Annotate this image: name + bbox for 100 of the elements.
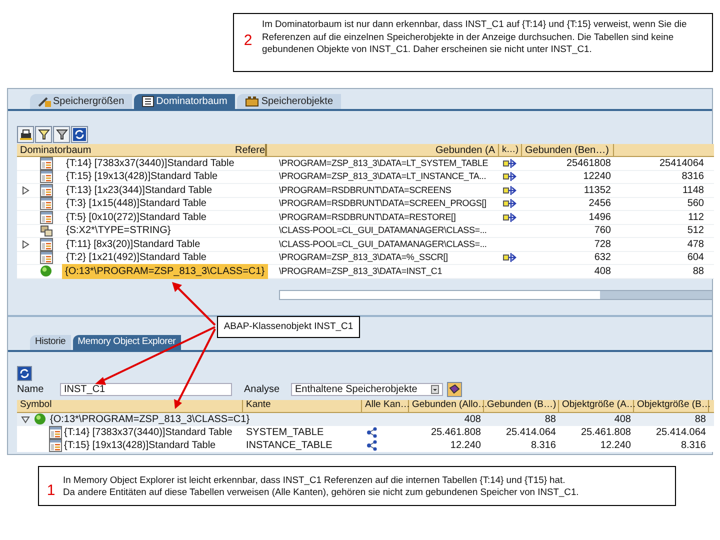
- print-button[interactable]: [17, 126, 34, 142]
- table-cell: 478: [687, 238, 704, 250]
- column-header[interactable]: Kante: [246, 398, 271, 413]
- tab[interactable]: Speicherobjekte: [237, 94, 342, 109]
- table-cell: 728: [594, 238, 611, 250]
- note-text: Da andere Entitäten auf diese Tabellen verweisen (Alle Kanten), gehören sie nicht zum gebundenen Speicher von INST_C1.: [63, 486, 579, 498]
- dropdown-icon: [431, 385, 439, 394]
- note-number: 1: [46, 480, 56, 501]
- table-cell: 760: [594, 225, 611, 236]
- tree-item[interactable]: {T:11} [8x3(20)]Standard Table: [63, 236, 204, 252]
- table-cell: 8.316: [680, 440, 706, 450]
- object-ball-icon: [34, 413, 46, 425]
- tree-item[interactable]: {T:13} [1x23(344)]Standard Table: [63, 182, 216, 198]
- filter-button[interactable]: [35, 126, 52, 142]
- field-label: Analyse: [244, 383, 281, 397]
- table-cell: INSTANCE_TABLE: [246, 440, 332, 450]
- tree-icon: [142, 96, 154, 107]
- tree-item[interactable]: {T:15} [19x13(428)]Standard Table: [63, 169, 221, 184]
- table-cell: 88: [692, 266, 704, 277]
- reference-text: \PROGRAM=RSDBRUNT\DATA=SCREEN_PROGS[]: [279, 198, 486, 208]
- string-icon: [40, 224, 53, 237]
- table-cell: 12.240: [600, 440, 631, 450]
- analysis-dropdown[interactable]: Enthaltene Speicherobjekte: [291, 383, 443, 396]
- column-header[interactable]: Dominatorbaum: [20, 144, 92, 156]
- tab[interactable]: Speichergrößen: [30, 94, 132, 109]
- tab[interactable]: Historie: [30, 334, 71, 350]
- refresh-button[interactable]: [17, 366, 32, 381]
- column-header[interactable]: Alle Kan…: [365, 398, 410, 413]
- table-cell: 8.316: [530, 440, 556, 450]
- table-cell: SYSTEM_TABLE: [246, 426, 324, 438]
- refresh-icon: [73, 128, 86, 140]
- note-number: 2: [242, 31, 254, 51]
- field-label: Name: [17, 383, 45, 397]
- callout-text: ABAP-Klassenobjekt INST_C1: [224, 320, 354, 334]
- tree-item[interactable]: {T:3} [1x15(448)]Standard Table: [63, 196, 210, 212]
- note-text: Im Dominatorbaum ist nur dann erkennbar, dass INST_C1 auf {T:14} und {T:15} verweist, wenn Sie die Referenzen auf die einzelnen Speicherobjekte in der Anzeige durchsuchen. Die Tabellen sind keine gebundenen Objekte von INST_C1. Daher erscheinen sie nicht unter INST_C1.: [262, 18, 688, 56]
- column-header[interactable]: Gebunden (A: [436, 142, 495, 158]
- expand-arrow-icon[interactable]: [21, 186, 30, 195]
- column-header[interactable]: Objektgröße (A…: [562, 398, 636, 413]
- reference-text: \PROGRAM=RSDBRUNT\DATA=SCREENS: [279, 184, 452, 195]
- refresh-button[interactable]: [71, 126, 88, 142]
- column-header[interactable]: Gebunden (Ben…): [525, 142, 609, 158]
- column-header[interactable]: Gebunden (Allo…: [412, 398, 488, 413]
- column-header[interactable]: Objektgröße (B…: [637, 398, 711, 413]
- table-cell: 408: [594, 266, 611, 277]
- tree-item[interactable]: {S:X2*\TYPE=STRING}: [63, 223, 174, 238]
- tree-item[interactable]: {T:14} [7383x37(3440)]Standard Table: [63, 156, 238, 171]
- table-cell: 25.461.808: [430, 426, 481, 438]
- object-ball-icon: [40, 265, 52, 278]
- table-cell: 1148: [682, 184, 704, 196]
- tree-item[interactable]: {T:15} [19x13(428)]Standard Table: [64, 438, 216, 452]
- table-cell: 112: [688, 212, 704, 223]
- collapse-arrow-icon[interactable]: [21, 414, 30, 424]
- table-cell: 12.240: [450, 440, 481, 450]
- table-cell: 25461808: [566, 158, 611, 169]
- reference-text: \CLASS-POOL=CL_GUI_DATAMANAGER\CLASS=...: [279, 225, 487, 236]
- column-header[interactable]: Symbol: [20, 398, 52, 413]
- table-cell: 25.461.808: [580, 426, 631, 438]
- objects-icon: [245, 96, 260, 107]
- table-cell: 408: [614, 414, 631, 424]
- tree-item[interactable]: {O:13*\PROGRAM=ZSP_813_3\CLASS=C1}: [62, 264, 268, 279]
- tree-item[interactable]: {O:13*\PROGRAM=ZSP_813_3\CLASS=C1}: [50, 412, 250, 426]
- column-header[interactable]: k…): [502, 143, 518, 157]
- table-cell: 1496: [588, 212, 611, 223]
- table-cell: 88: [544, 414, 556, 424]
- analysis-button[interactable]: [447, 382, 462, 397]
- tab[interactable]: Dominatorbaum: [134, 94, 236, 109]
- reference-text: \PROGRAM=RSDBRUNT\DATA=RESTORE[]: [279, 212, 456, 222]
- table-cell: 604: [687, 252, 704, 264]
- tab[interactable]: Memory Object Explorer: [72, 334, 181, 350]
- table-cell: 512: [687, 225, 704, 236]
- table-cell: 560: [687, 198, 704, 210]
- table-cell: 25.414.064: [506, 426, 556, 438]
- note-text: In Memory Object Explorer ist leicht erkennbar, dass INST_C1 Referenzen auf die internen Tabellen {T:14} und {T15} hat.: [63, 474, 566, 486]
- name-field[interactable]: INST_C1: [60, 383, 232, 396]
- filter-settings-button[interactable]: [53, 126, 70, 142]
- table-cell: 25414064: [660, 158, 704, 169]
- reference-text: \PROGRAM=ZSP_813_3\DATA=LT_SYSTEM_TABLE: [279, 158, 488, 168]
- funnel-icon: [56, 128, 68, 140]
- column-header[interactable]: Gebunden (B…): [487, 398, 556, 413]
- tree-item[interactable]: {T:2} [1x21(492)]Standard Table: [63, 250, 210, 266]
- table-cell: 632: [594, 252, 611, 264]
- tools-icon: [38, 96, 51, 107]
- table-cell: 12240: [583, 171, 611, 182]
- print-icon: [20, 128, 32, 140]
- table-cell: 88: [694, 414, 706, 424]
- column-header[interactable]: Refere: [234, 144, 265, 156]
- tree-item[interactable]: {T:14} [7383x37(3440)]Standard Table: [64, 424, 232, 440]
- table-cell: 25.414.064: [656, 426, 706, 438]
- reference-text: \CLASS-POOL=CL_GUI_DATAMANAGER\CLASS=...: [279, 238, 487, 249]
- reference-text: \PROGRAM=ZSP_813_3\DATA=%_SSCR[]: [279, 252, 448, 262]
- table-cell: 408: [464, 414, 481, 424]
- tree-item[interactable]: {T:5} [0x10(272)]Standard Table: [63, 210, 210, 225]
- reference-text: \PROGRAM=ZSP_813_3\DATA=LT_INSTANCE_TA...: [279, 171, 486, 182]
- expand-arrow-icon[interactable]: [21, 240, 30, 249]
- scrollbar[interactable]: [279, 290, 713, 300]
- table-cell: 11352: [584, 184, 611, 196]
- table-cell: 8316: [682, 171, 704, 182]
- reference-text: \PROGRAM=ZSP_813_3\DATA=INST_C1: [279, 266, 442, 276]
- filter-icon: [38, 128, 50, 140]
